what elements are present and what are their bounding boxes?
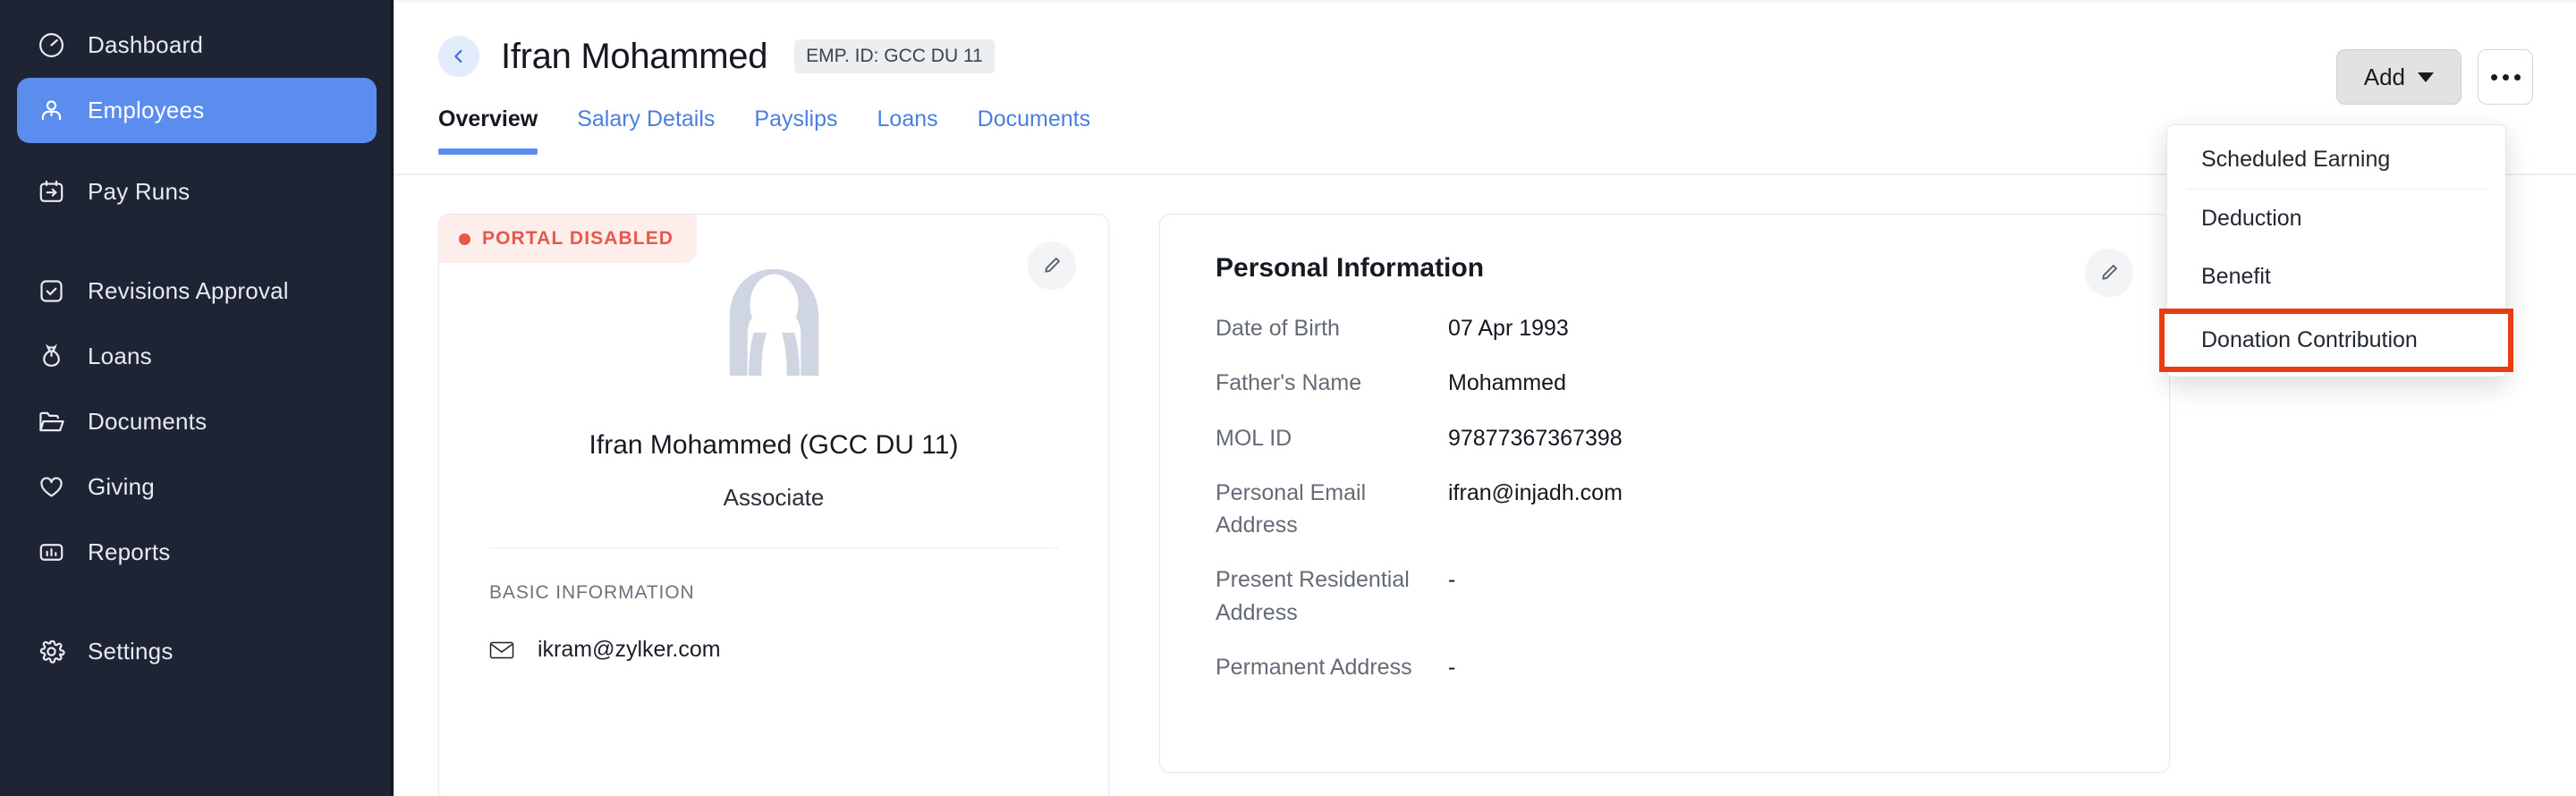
tab-documents[interactable]: Documents: [978, 106, 1090, 152]
more-options-button[interactable]: [2478, 49, 2533, 105]
sidebar-item-label: Documents: [88, 408, 207, 436]
dropdown-item-deduction[interactable]: Deduction: [2167, 190, 2505, 248]
main-content: Ifran Mohammed EMP. ID: GCC DU 11 Overvi…: [394, 0, 2576, 796]
sidebar-item-employees[interactable]: Employees: [17, 78, 377, 143]
people-icon: [37, 96, 66, 125]
info-row: Personal Email Address ifran@injadh.com: [1216, 477, 2169, 542]
sidebar-item-pay-runs[interactable]: Pay Runs: [17, 159, 377, 224]
sidebar-item-label: Loans: [88, 343, 152, 370]
pencil-icon: [2097, 261, 2121, 284]
info-value: -: [1448, 651, 1455, 683]
sidebar-item-label: Revisions Approval: [88, 277, 289, 305]
info-row: MOL ID 97877367367398: [1216, 422, 2169, 454]
profile-email-row: ikram@zylker.com: [439, 604, 1108, 663]
title-row: Ifran Mohammed EMP. ID: GCC DU 11: [394, 0, 2576, 77]
sidebar-item-label: Giving: [88, 473, 155, 501]
dropdown-item-benefit[interactable]: Benefit: [2167, 248, 2505, 306]
sidebar-item-documents[interactable]: Documents: [17, 389, 377, 454]
sidebar-item-label: Employees: [88, 97, 204, 124]
info-label: Present Residential Address: [1216, 563, 1448, 629]
info-label: MOL ID: [1216, 422, 1448, 454]
sidebar-item-label: Dashboard: [88, 31, 203, 59]
avatar-wrapper: [439, 267, 1108, 378]
bar-chart-icon: [37, 538, 66, 567]
add-button-label: Add: [2364, 64, 2405, 91]
employee-profile-card: PORTAL DISABLED Ifran Mohammed (GCC: [438, 214, 1109, 796]
profile-name: Ifran Mohammed (GCC DU 11): [439, 430, 1108, 461]
header-actions: Add: [2336, 49, 2533, 105]
employee-id-badge: EMP. ID: GCC DU 11: [794, 39, 995, 73]
heart-icon: [37, 472, 66, 502]
info-value: 97877367367398: [1448, 422, 1623, 454]
chevron-down-icon: [2418, 72, 2434, 82]
info-row: Father's Name Mohammed: [1216, 367, 2169, 399]
sidebar-spacer: [0, 585, 394, 619]
page-title: Ifran Mohammed: [501, 37, 767, 77]
status-badge: PORTAL DISABLED: [439, 215, 697, 263]
info-row: Permanent Address -: [1216, 651, 2169, 683]
add-button[interactable]: Add: [2336, 49, 2462, 105]
status-badge-label: PORTAL DISABLED: [482, 228, 674, 250]
sidebar-item-giving[interactable]: Giving: [17, 454, 377, 520]
sidebar-item-label: Settings: [88, 638, 174, 665]
tab-salary-details[interactable]: Salary Details: [577, 106, 715, 152]
back-button[interactable]: [438, 36, 479, 77]
check-square-icon: [37, 276, 66, 306]
personal-information-title: Personal Information: [1160, 215, 2169, 284]
pencil-icon: [1040, 254, 1063, 277]
edit-personal-information-button[interactable]: [2085, 249, 2133, 297]
status-dot-icon: [459, 233, 470, 245]
info-row: Present Residential Address -: [1216, 563, 2169, 629]
avatar: [709, 267, 839, 378]
basic-information-heading: BASIC INFORMATION: [439, 548, 1108, 604]
edit-profile-button[interactable]: [1028, 241, 1076, 290]
add-dropdown-menu: Scheduled Earning Deduction Benefit Dona…: [2166, 124, 2506, 377]
ellipsis-icon: [2491, 74, 2497, 80]
dashboard-icon: [37, 30, 66, 60]
info-value: 07 Apr 1993: [1448, 312, 1569, 344]
profile-email: ikram@zylker.com: [538, 637, 721, 663]
money-bag-icon: [37, 342, 66, 371]
info-label: Personal Email Address: [1216, 477, 1448, 542]
personal-information-list: Date of Birth 07 Apr 1993 Father's Name …: [1160, 284, 2169, 683]
sidebar-spacer: [0, 224, 394, 258]
sidebar-item-loans[interactable]: Loans: [17, 324, 377, 389]
ellipsis-icon: [2514, 74, 2521, 80]
app-root: Dashboard Employees Pay Runs: [0, 0, 2576, 796]
gear-icon: [37, 637, 66, 666]
tab-payslips[interactable]: Payslips: [754, 106, 837, 152]
sidebar-item-dashboard[interactable]: Dashboard: [17, 13, 377, 78]
sidebar-item-settings[interactable]: Settings: [17, 619, 377, 684]
sidebar-item-label: Reports: [88, 538, 170, 566]
payrun-calendar-icon: [37, 177, 66, 207]
envelope-icon: [489, 640, 514, 660]
sidebar-item-reports[interactable]: Reports: [17, 520, 377, 585]
info-label: Permanent Address: [1216, 651, 1448, 683]
sidebar-spacer: [0, 143, 394, 159]
tab-loans[interactable]: Loans: [877, 106, 938, 152]
ellipsis-icon: [2503, 74, 2509, 80]
profile-role: Associate: [439, 484, 1108, 512]
folder-icon: [37, 407, 66, 436]
info-value: Mohammed: [1448, 367, 1566, 399]
personal-information-card: Personal Information Date of Birth 07 Ap…: [1159, 214, 2170, 773]
dropdown-item-donation-contribution[interactable]: Donation Contribution: [2162, 311, 2511, 369]
info-row: Date of Birth 07 Apr 1993: [1216, 312, 2169, 344]
info-label: Father's Name: [1216, 367, 1448, 399]
sidebar: Dashboard Employees Pay Runs: [0, 0, 394, 796]
sidebar-item-revisions-approval[interactable]: Revisions Approval: [17, 258, 377, 324]
info-value: ifran@injadh.com: [1448, 477, 1623, 542]
info-value: -: [1448, 563, 1455, 629]
dropdown-item-scheduled-earning[interactable]: Scheduled Earning: [2167, 131, 2505, 189]
info-label: Date of Birth: [1216, 312, 1448, 344]
sidebar-item-label: Pay Runs: [88, 178, 190, 206]
tab-overview[interactable]: Overview: [438, 106, 538, 152]
chevron-left-icon: [449, 47, 469, 66]
